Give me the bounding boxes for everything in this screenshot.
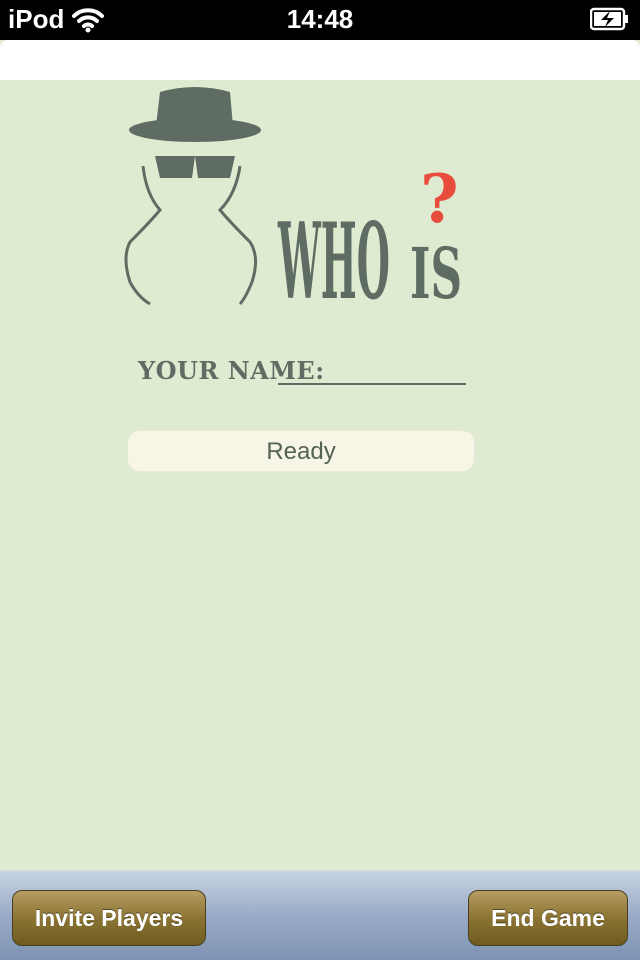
spy-silhouette-icon	[124, 87, 261, 306]
ready-button[interactable]: Ready	[128, 431, 474, 471]
who-is-logo: WHO IS ?	[120, 82, 480, 323]
logo-who-text: WHO	[278, 199, 390, 312]
name-input[interactable]	[278, 356, 466, 385]
logo-is-text: IS	[410, 232, 462, 312]
end-game-button[interactable]: End Game	[468, 890, 628, 946]
status-bar: iPod 14:48	[0, 0, 640, 40]
logo-question-mark: ?	[420, 160, 459, 238]
navigation-bar	[0, 40, 640, 80]
invite-players-button[interactable]: Invite Players	[12, 890, 206, 946]
clock-time: 14:48	[286, 4, 354, 34]
bottom-toolbar: Invite Players End Game	[0, 870, 640, 960]
battery-charging-icon	[589, 7, 630, 36]
